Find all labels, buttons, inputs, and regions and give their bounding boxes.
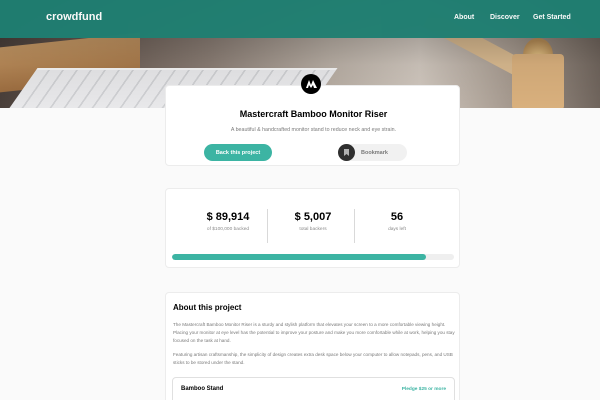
project-title: Mastercraft Bamboo Monitor Riser bbox=[239, 109, 388, 119]
nav-about[interactable]: About bbox=[454, 14, 474, 21]
days-label: days left bbox=[388, 227, 406, 232]
days-value: 56 bbox=[390, 211, 404, 223]
mastercraft-logo-icon bbox=[301, 74, 321, 94]
nav-discover[interactable]: Discover bbox=[490, 14, 520, 21]
about-paragraph: The Mastercraft Bamboo Monitor Riser is … bbox=[173, 322, 455, 343]
stat-backed: $ 89,914 of $100,000 backed bbox=[183, 211, 273, 232]
logo[interactable]: crowdfund bbox=[46, 11, 102, 23]
nav-get-started[interactable]: Get Started bbox=[533, 14, 571, 21]
project-subtitle: A beautiful & handcrafted monitor stand … bbox=[230, 127, 397, 133]
backed-label: of $100,000 backed bbox=[206, 227, 250, 232]
bookmark-button[interactable]: Bookmark bbox=[338, 144, 407, 161]
bookmark-icon bbox=[338, 144, 355, 161]
bookmark-label: Bookmark bbox=[361, 149, 388, 156]
about-paragraph: Featuring artisan craftsmanship, the sim… bbox=[173, 352, 453, 365]
pledge-name: Bamboo Stand bbox=[181, 386, 224, 392]
about-title: About this project bbox=[173, 303, 242, 312]
pledge-min: Pledge $25 or more bbox=[401, 387, 446, 392]
progress-bar bbox=[172, 254, 454, 260]
top-header: crowdfund About Discover Get Started bbox=[0, 0, 600, 38]
backers-value: $ 5,007 bbox=[294, 211, 332, 223]
back-project-button[interactable]: Back this project bbox=[204, 144, 272, 161]
stat-days: 56 days left bbox=[352, 211, 442, 232]
project-card: Mastercraft Bamboo Monitor Riser A beaut… bbox=[165, 85, 460, 166]
backed-value: $ 89,914 bbox=[206, 211, 250, 223]
stats-card: $ 89,914 of $100,000 backed $ 5,007 tota… bbox=[165, 188, 460, 268]
backers-label: total backers bbox=[299, 227, 327, 232]
pledge-item: Bamboo Stand Pledge $25 or more bbox=[172, 377, 455, 400]
stat-backers: $ 5,007 total backers bbox=[268, 211, 358, 232]
progress-fill bbox=[172, 254, 426, 260]
about-card: About this project The Mastercraft Bambo… bbox=[165, 292, 460, 400]
